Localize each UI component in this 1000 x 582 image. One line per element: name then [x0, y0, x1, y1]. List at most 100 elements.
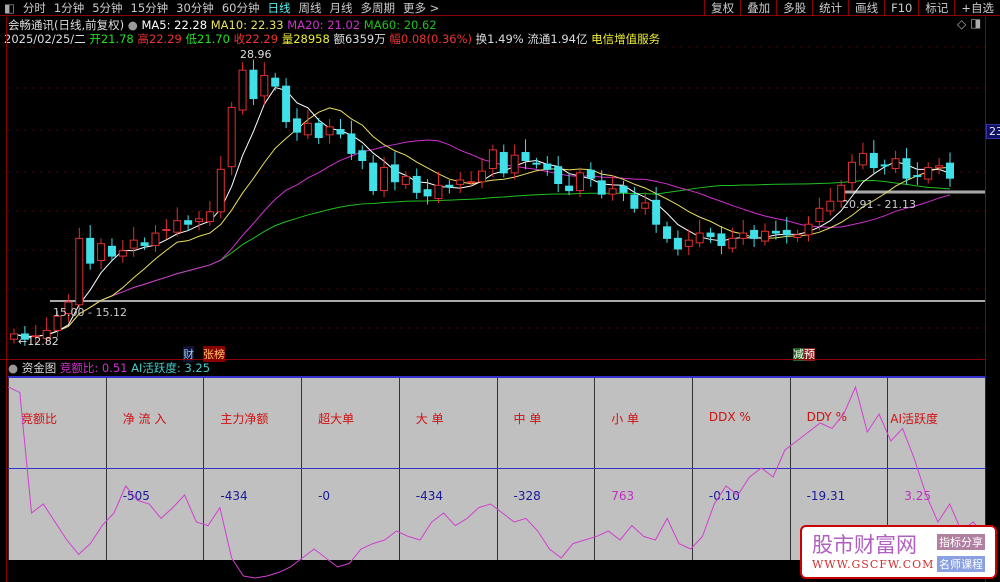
candle: [869, 140, 878, 175]
candle: [412, 168, 421, 199]
candle: [401, 171, 410, 189]
candle-body: [434, 184, 443, 200]
ma10-line: [13, 107, 951, 338]
candle: [663, 221, 672, 243]
watermark-name: 股市财富网: [812, 533, 917, 557]
collapse-icon[interactable]: ●: [8, 361, 18, 375]
candle-body: [129, 239, 138, 249]
candle-body: [227, 106, 236, 168]
candle: [151, 225, 160, 253]
candle: [10, 328, 18, 344]
candle: [227, 102, 236, 176]
candle-body: [848, 161, 857, 184]
candle: [880, 159, 889, 175]
ma60-line: [13, 180, 951, 338]
candle: [325, 118, 334, 144]
candle: [336, 118, 345, 139]
candle-body: [565, 185, 574, 192]
candle-body: [499, 152, 508, 174]
candle-body: [924, 167, 933, 180]
candle: [184, 215, 193, 231]
candle-body: [249, 69, 258, 100]
min-price-label: ←12.82: [18, 335, 59, 348]
candle-body: [151, 232, 160, 246]
indicator-share-link[interactable]: 指标分享: [937, 534, 985, 550]
candle: [913, 162, 922, 186]
candle-body: [695, 232, 704, 244]
ai-activity-value: AI活跃度: 3.25: [131, 361, 211, 375]
candle-body: [456, 179, 465, 185]
candle-body: [369, 162, 378, 192]
right-axis: [985, 17, 986, 582]
range-low-label: 15.00 - 15.12: [53, 306, 127, 319]
candle: [107, 238, 116, 261]
range-high-label: 20.91 - 21.13: [842, 198, 916, 211]
candle: [739, 219, 748, 245]
candle: [717, 225, 726, 255]
candle: [369, 155, 378, 196]
candle-body: [673, 237, 682, 250]
candle-body: [488, 149, 497, 169]
candle: [303, 110, 312, 140]
candle-body: [935, 165, 944, 169]
candle-body: [575, 172, 584, 192]
candle: [619, 180, 628, 202]
watermark: 股市财富网 WWW.GSCFW.COM 指标分享 名师课程: [800, 525, 997, 579]
candle: [478, 157, 486, 189]
candle: [260, 62, 269, 105]
candle: [216, 156, 225, 219]
lower-panel-title[interactable]: 资金图: [22, 361, 57, 375]
current-price-label: 23.: [986, 124, 1000, 139]
candle-body: [663, 226, 672, 239]
candle-body: [478, 170, 486, 183]
candle: [434, 171, 443, 203]
candle-body: [652, 199, 661, 225]
candle: [390, 151, 399, 191]
candle: [826, 187, 835, 216]
candle-body: [75, 237, 84, 306]
teacher-course-link[interactable]: 名师课程: [937, 556, 985, 572]
candle: [445, 179, 454, 194]
candle-body: [445, 184, 454, 188]
candle: [510, 144, 519, 180]
candle-body: [608, 188, 617, 195]
candle-body: [195, 218, 204, 223]
candle-body: [869, 152, 878, 169]
candle: [86, 225, 95, 270]
candle: [728, 227, 737, 253]
candle-body: [946, 162, 954, 179]
candle-body: [641, 202, 650, 209]
candle-body: [282, 85, 291, 123]
candle-body: [205, 211, 214, 223]
candle-body: [412, 175, 421, 193]
candle: [858, 142, 867, 170]
candle-body: [880, 164, 889, 167]
candle: [358, 145, 367, 170]
candle-body: [902, 158, 911, 179]
candle-body: [532, 162, 541, 165]
candle: [173, 207, 182, 237]
candle-body: [347, 133, 356, 154]
candle-body: [271, 77, 280, 87]
candle-body: [260, 75, 269, 97]
candle: [771, 220, 780, 240]
candle: [195, 210, 204, 231]
candle: [499, 144, 508, 178]
candle-body: [913, 175, 922, 178]
candle-body: [728, 237, 737, 249]
candle-body: [336, 129, 345, 135]
candle: [238, 62, 247, 115]
candle-body: [401, 175, 410, 185]
candle-body: [630, 194, 639, 209]
candle: [282, 78, 291, 129]
jeb-value: 竞额比: 0.51: [59, 361, 128, 375]
candle-body: [891, 158, 900, 169]
candle-body: [303, 122, 312, 136]
ma5-line: [13, 86, 951, 338]
candle-body: [97, 243, 106, 261]
candle-body: [162, 229, 171, 232]
candle: [162, 218, 171, 240]
candle-body: [390, 164, 399, 183]
candle-body: [804, 223, 813, 236]
kline-chart[interactable]: [0, 0, 985, 360]
